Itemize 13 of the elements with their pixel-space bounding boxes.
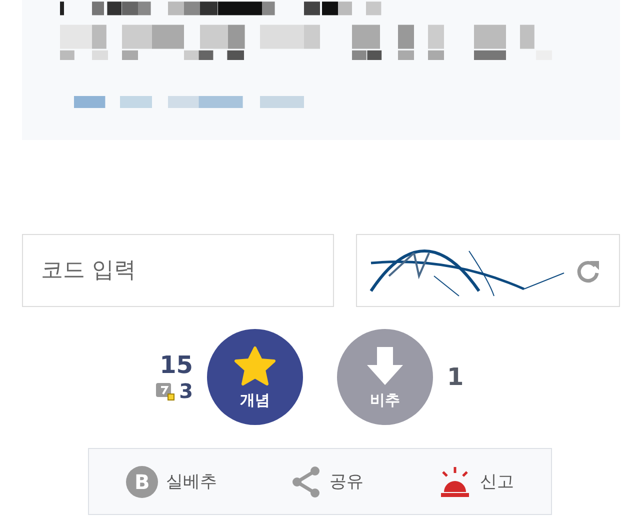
down-arrow-icon bbox=[365, 344, 405, 386]
best-button[interactable]: B 실베추 bbox=[122, 462, 222, 502]
upvote-count: 15 bbox=[160, 351, 193, 379]
code-input-field[interactable]: 코드 입력 bbox=[22, 234, 334, 307]
share-icon bbox=[291, 466, 322, 498]
share-button[interactable]: 공유 bbox=[287, 462, 368, 502]
upvote-button[interactable]: 개념 bbox=[207, 329, 303, 425]
star-icon bbox=[233, 344, 277, 386]
best-icon: B bbox=[126, 466, 158, 498]
report-button[interactable]: 신고 bbox=[434, 462, 518, 502]
fixed-upvote-count: 3 bbox=[179, 379, 193, 403]
fixed-user-icon bbox=[155, 381, 176, 401]
downvote-count: 1 bbox=[447, 363, 465, 391]
